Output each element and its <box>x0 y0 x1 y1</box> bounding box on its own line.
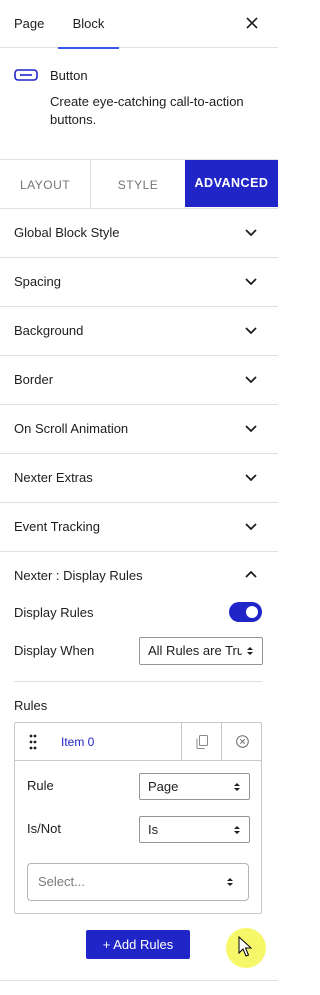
panel-global-block-style[interactable]: Global Block Style <box>0 209 278 258</box>
chevron-down-icon <box>245 278 257 286</box>
isnot-label: Is/Not <box>27 821 61 836</box>
panel-label: Nexter : Display Rules <box>14 568 143 583</box>
chevron-down-icon <box>245 376 257 384</box>
panel-label: Nexter Extras <box>14 470 93 485</box>
block-description: Create eye-catching call-to-action butto… <box>50 94 244 127</box>
condition-select[interactable]: Select... <box>27 863 249 901</box>
add-rules-button[interactable]: + Add Rules <box>86 930 190 959</box>
duplicate-button[interactable] <box>181 723 221 761</box>
sidebar-header-tabs: Page Block <box>0 0 278 49</box>
panel-label: Global Block Style <box>14 225 120 240</box>
up-down-arrows-icon <box>242 646 258 656</box>
up-down-arrows-icon <box>234 825 240 834</box>
rule-select[interactable]: Page <box>139 773 250 800</box>
drag-handle-icon[interactable] <box>29 734 37 750</box>
tab-page[interactable]: Page <box>14 0 44 48</box>
panel-label: Spacing <box>14 274 61 289</box>
chevron-up-icon <box>245 570 257 578</box>
close-icon[interactable] <box>242 13 262 33</box>
select-value: Page <box>148 779 179 794</box>
chevron-down-icon <box>245 229 257 237</box>
select-value: Is <box>148 822 159 837</box>
rule-item-header: Item 0 <box>15 723 261 761</box>
isnot-select[interactable]: Is <box>139 816 250 843</box>
button-block-icon <box>14 69 38 81</box>
block-card: Button Create eye-catching call-to-actio… <box>0 48 278 160</box>
chevron-down-icon <box>245 425 257 433</box>
panel-nexter-extras[interactable]: Nexter Extras <box>0 454 278 503</box>
tab-style[interactable]: STYLE <box>91 160 185 209</box>
rules-label: Rules <box>14 698 48 713</box>
panel-label: Border <box>14 372 54 387</box>
chevron-down-icon <box>245 474 257 482</box>
up-down-arrows-icon <box>234 782 240 791</box>
rule-label: Rule <box>27 778 54 793</box>
remove-button[interactable] <box>221 723 261 761</box>
panel-event-tracking[interactable]: Event Tracking <box>0 503 278 552</box>
panel-on-scroll-animation[interactable]: On Scroll Animation <box>0 405 278 454</box>
up-down-arrows-icon <box>227 878 233 886</box>
tab-block[interactable]: Block <box>58 0 119 49</box>
rule-item-title[interactable]: Item 0 <box>61 723 94 761</box>
select-placeholder: Select... <box>38 874 85 889</box>
mouse-cursor-icon <box>238 936 252 957</box>
panel-label: Background <box>14 323 84 338</box>
select-value: All Rules are True <box>148 643 252 658</box>
display-rules-label: Display Rules <box>14 605 94 620</box>
panel-background[interactable]: Background <box>0 307 278 356</box>
settings-tabs: LAYOUT STYLE ADVANCED <box>0 160 278 209</box>
panel-label: On Scroll Animation <box>14 421 129 436</box>
display-when-label: Display When <box>14 643 95 658</box>
block-title: Button <box>50 68 88 83</box>
display-rules-toggle[interactable] <box>229 602 262 622</box>
chevron-down-icon <box>245 523 257 531</box>
toggle-knob <box>246 606 258 618</box>
chevron-down-icon <box>245 327 257 335</box>
panel-label: Event Tracking <box>14 519 100 534</box>
copy-icon <box>196 735 208 749</box>
display-when-select[interactable]: All Rules are True <box>139 637 263 665</box>
panel-border[interactable]: Border <box>0 356 278 405</box>
close-circle-icon <box>236 735 249 748</box>
panel-spacing[interactable]: Spacing <box>0 258 278 307</box>
divider <box>14 681 262 682</box>
tab-advanced[interactable]: ADVANCED <box>185 160 278 207</box>
tab-layout[interactable]: LAYOUT <box>0 160 91 209</box>
panel-display-rules[interactable]: Nexter : Display Rules <box>0 552 278 601</box>
divider <box>0 980 278 981</box>
